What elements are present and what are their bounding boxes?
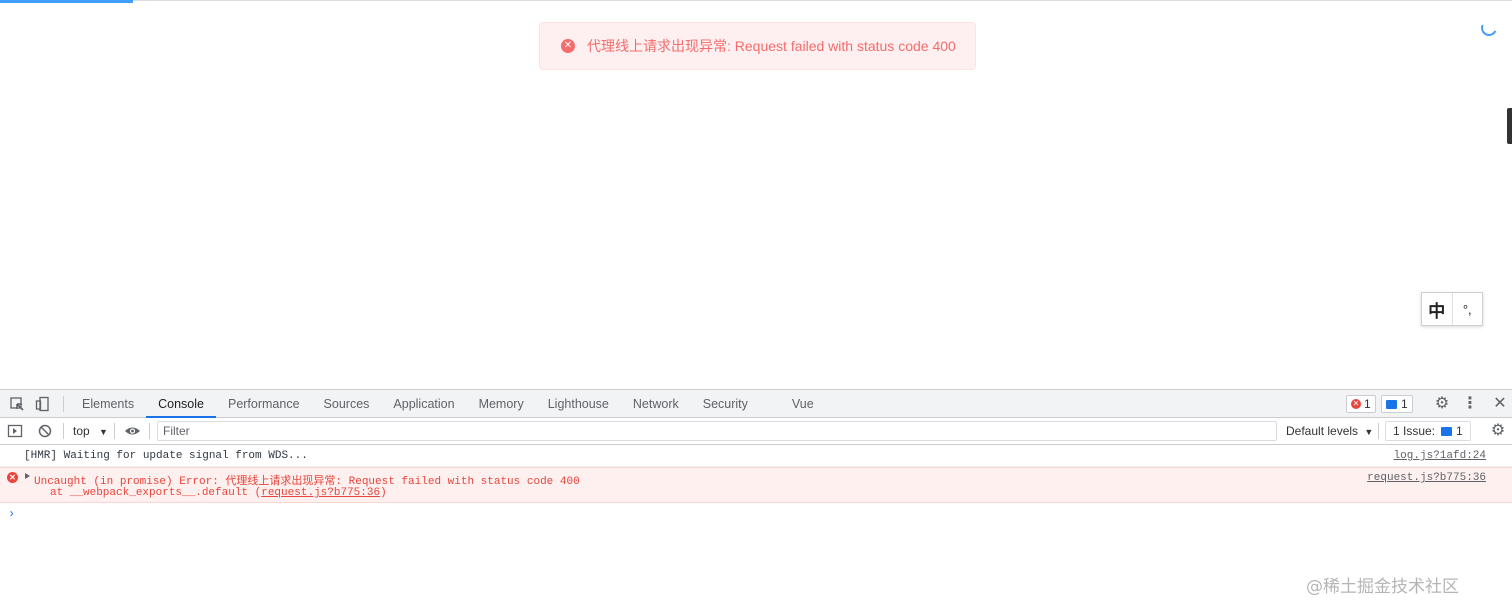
side-panel-handle[interactable]	[1507, 108, 1512, 144]
settings-gear-icon[interactable]: ⚙	[1434, 396, 1450, 412]
issues-count: 1	[1456, 424, 1463, 438]
sidebar-toggle-icon[interactable]	[7, 423, 23, 439]
live-expression-eye-icon[interactable]	[124, 423, 140, 439]
close-devtools-icon[interactable]: ✕	[1492, 396, 1508, 412]
issues-button[interactable]: 1 Issue: 1	[1385, 421, 1471, 441]
tab-vue[interactable]: Vue	[780, 390, 826, 418]
toolbar-divider	[63, 423, 64, 439]
tab-network[interactable]: Network	[621, 390, 691, 418]
issue-icon	[1441, 426, 1453, 436]
error-circle-icon: ✕	[7, 472, 18, 483]
expand-triangle-icon[interactable]	[25, 473, 30, 479]
stack-prefix: at __webpack_exports__.default (	[50, 487, 262, 499]
message-icon	[1386, 399, 1397, 409]
error-stack-line: at __webpack_exports__.default (request.…	[50, 487, 387, 499]
ime-mode-button[interactable]: 中	[1422, 293, 1453, 325]
message-count-badge[interactable]: 1	[1381, 395, 1413, 413]
toolbar-divider	[1378, 423, 1379, 439]
console-prompt[interactable]: ›	[8, 507, 15, 521]
console-message-info: [HMR] Waiting for update signal from WDS…	[0, 446, 1512, 467]
message-count: 1	[1401, 397, 1408, 411]
tab-lighthouse[interactable]: Lighthouse	[536, 390, 621, 418]
tab-sources[interactable]: Sources	[312, 390, 382, 418]
device-toolbar-icon[interactable]	[35, 396, 51, 412]
error-count-badge[interactable]: ✕ 1	[1346, 395, 1376, 413]
error-source-link[interactable]: request.js?b775:36	[1367, 472, 1486, 484]
log-levels-dropdown[interactable]: Default levels ▼	[1286, 424, 1373, 438]
toolbar-divider	[149, 423, 150, 439]
console-toolbar: top ▼ Default levels ▼ 1 Issue: 1 ⚙	[0, 418, 1512, 445]
ime-toolbar[interactable]: 中 °,	[1421, 292, 1483, 326]
log-source-link[interactable]: log.js?1afd:24	[1394, 450, 1486, 462]
error-circle-icon: ✕	[561, 39, 575, 53]
devtools-panel: Elements Console Performance Sources App…	[0, 389, 1512, 613]
dropdown-arrow-icon: ▼	[1364, 427, 1374, 437]
ime-settings-icon[interactable]: °,	[1453, 293, 1483, 325]
devtools-tabs: Elements Console Performance Sources App…	[70, 390, 826, 418]
toast-text: 代理线上请求出现异常: Request failed with status c…	[587, 38, 956, 54]
watermark: @稀土掘金技术社区	[1306, 577, 1459, 597]
tabbar-divider	[63, 396, 64, 412]
console-message-error: ✕ Uncaught (in promise) Error: 代理线上请求出现异…	[0, 467, 1512, 503]
loading-progress-bar	[0, 0, 133, 3]
tab-elements[interactable]: Elements	[70, 390, 146, 418]
error-text[interactable]: Uncaught (in promise) Error: 代理线上请求出现异常:…	[34, 472, 580, 488]
stack-source-link[interactable]: request.js?b775:36	[261, 487, 380, 499]
log-levels-label: Default levels	[1286, 424, 1359, 438]
filter-input[interactable]	[157, 421, 1277, 441]
issues-label: 1 Issue:	[1393, 424, 1436, 438]
error-dot-icon: ✕	[1351, 399, 1361, 409]
inspect-element-icon[interactable]	[9, 396, 25, 412]
context-label: top	[73, 424, 90, 438]
more-options-icon[interactable]: ⋮	[1462, 396, 1478, 412]
tab-security[interactable]: Security	[691, 390, 780, 418]
stack-suffix: )	[380, 487, 387, 499]
loading-spinner-icon	[1478, 17, 1500, 39]
clear-console-icon[interactable]	[37, 423, 53, 439]
log-text: [HMR] Waiting for update signal from WDS…	[24, 450, 308, 462]
tab-performance[interactable]: Performance	[216, 390, 312, 418]
context-selector[interactable]: top ▼	[73, 424, 108, 438]
tab-application[interactable]: Application	[381, 390, 466, 418]
toolbar-divider	[114, 423, 115, 439]
error-message-toast: ✕ 代理线上请求出现异常: Request failed with status…	[539, 22, 976, 70]
tab-console[interactable]: Console	[146, 390, 216, 418]
tab-memory[interactable]: Memory	[467, 390, 536, 418]
error-count: 1	[1364, 397, 1371, 411]
page-top-border	[0, 0, 1512, 1]
devtools-tabbar: Elements Console Performance Sources App…	[0, 390, 1512, 418]
dropdown-arrow-icon: ▼	[99, 427, 108, 437]
console-settings-gear-icon[interactable]: ⚙	[1490, 423, 1506, 439]
